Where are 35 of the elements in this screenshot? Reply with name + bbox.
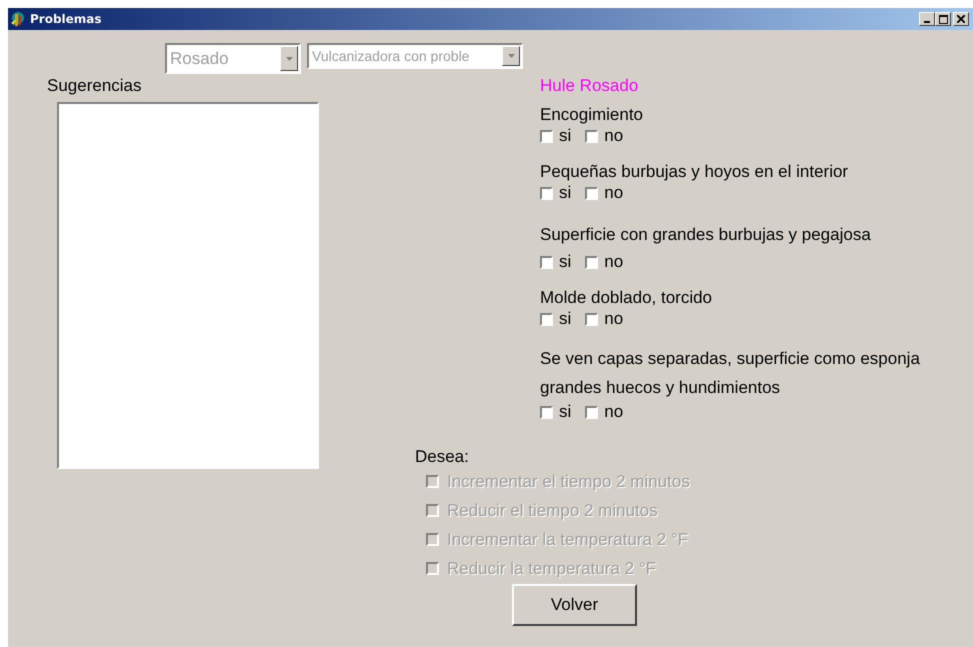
checkbox-option[interactable]: no: [585, 252, 624, 272]
rubber-title: Hule Rosado: [540, 75, 638, 97]
checkbox[interactable]: [540, 130, 553, 142]
close-button[interactable]: [953, 12, 969, 26]
suggestions-label: Sugerencias: [47, 76, 142, 96]
maximize-icon: [938, 14, 948, 24]
question-label: Superficie con grandes burbujas y pegajosa: [540, 224, 871, 246]
maximize-button[interactable]: [935, 12, 951, 26]
checkbox[interactable]: [540, 256, 553, 268]
checkbox[interactable]: [585, 130, 598, 142]
checkbox-option[interactable]: no: [585, 126, 624, 146]
window-title: Problemas: [30, 12, 102, 26]
checkbox[interactable]: [540, 406, 553, 418]
checkbox[interactable]: [540, 312, 553, 326]
checkbox-option[interactable]: si: [540, 126, 572, 146]
checkbox[interactable]: [585, 406, 598, 418]
checkbox-option[interactable]: no: [585, 402, 624, 422]
checkbox-option[interactable]: si: [540, 309, 572, 329]
checkbox[interactable]: [540, 186, 553, 200]
checkbox[interactable]: [585, 312, 598, 326]
question-label: Encogimiento: [540, 104, 644, 126]
minimize-button[interactable]: [919, 12, 935, 26]
close-icon: [957, 15, 965, 23]
checkbox-option[interactable]: no: [585, 183, 624, 203]
back-button[interactable]: Volver: [512, 584, 637, 626]
options-label: Desea:: [415, 447, 469, 467]
checkbox-option[interactable]: si: [540, 402, 572, 422]
checkbox-option[interactable]: si: [540, 252, 572, 272]
question-label: Pequeñas burbujas y hoyos en el interior: [540, 161, 848, 183]
checkbox[interactable]: [585, 256, 598, 268]
checkbox[interactable]: [585, 186, 598, 200]
app-icon: [10, 11, 26, 27]
question-label: Molde doblado, torcido: [540, 287, 712, 309]
checkbox-option[interactable]: si: [540, 183, 572, 203]
checkbox-option[interactable]: no: [585, 309, 624, 329]
